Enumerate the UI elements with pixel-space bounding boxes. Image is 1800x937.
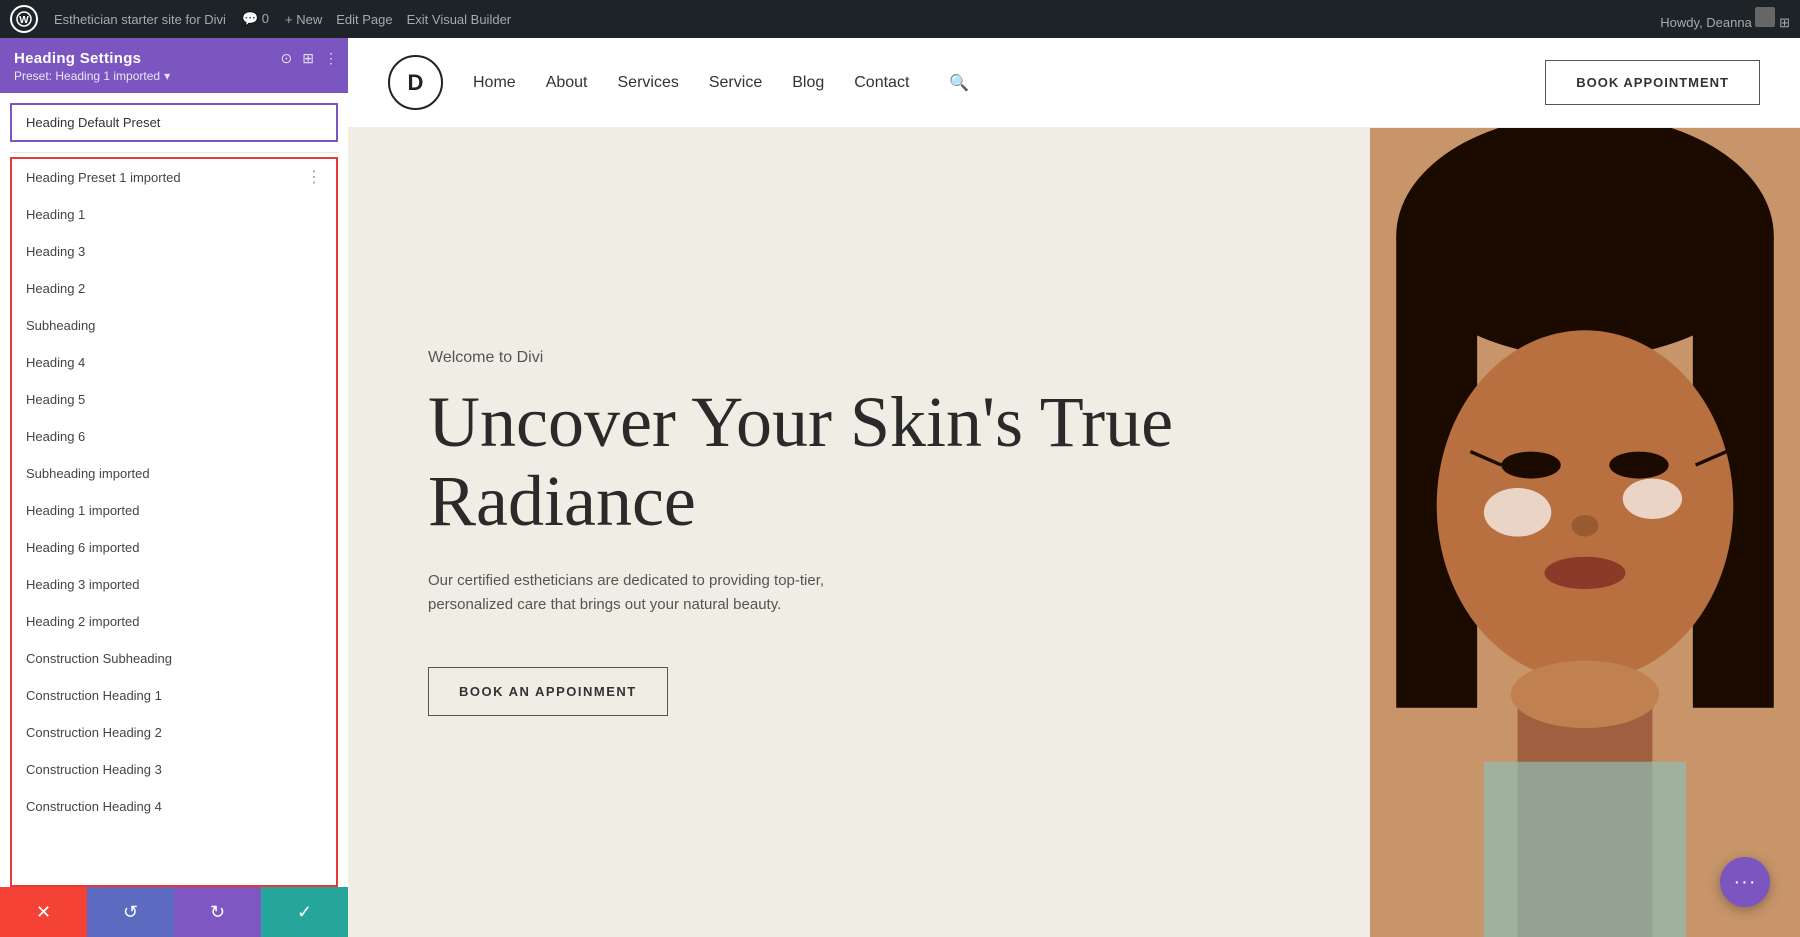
list-item[interactable]: Subheading ⋮ xyxy=(12,307,336,344)
sidebar-header: Heading Settings Preset: Heading 1 impor… xyxy=(0,38,348,93)
item-dots-icon[interactable]: ⋮ xyxy=(306,167,322,187)
list-item[interactable]: Heading Preset 1 imported ⋮ xyxy=(12,159,336,196)
edit-page-button[interactable]: Edit Page xyxy=(336,12,392,27)
redo-icon: ↻ xyxy=(210,902,225,923)
nav-home[interactable]: Home xyxy=(473,74,516,92)
svg-text:W: W xyxy=(19,15,29,26)
list-item[interactable]: Heading 4 ⋮ xyxy=(12,344,336,381)
hero-description: Our certified estheticians are dedicated… xyxy=(428,569,848,617)
user-avatar[interactable] xyxy=(1755,7,1775,27)
comment-count[interactable]: 💬 0 xyxy=(242,11,269,27)
nav-contact[interactable]: Contact xyxy=(854,74,909,92)
site-navigation: D Home About Services Service Blog Conta… xyxy=(348,38,1800,128)
preset-divider xyxy=(10,152,338,153)
nav-blog[interactable]: Blog xyxy=(792,74,824,92)
list-item[interactable]: Heading 3 ⋮ xyxy=(12,233,336,270)
list-item[interactable]: Construction Subheading ⋮ xyxy=(12,640,336,677)
save-icon: ✓ xyxy=(297,902,312,923)
bottom-toolbar: ✕ ↺ ↻ ✓ xyxy=(0,887,348,937)
preset-chevron-icon: ▾ xyxy=(164,69,170,83)
header-icon-group: ⊙ ⊞ ⋮ xyxy=(281,50,338,67)
search-icon[interactable]: 🔍 xyxy=(949,73,969,93)
screen-options-icon[interactable]: ⊞ xyxy=(1779,15,1790,30)
save-button[interactable]: ✓ xyxy=(261,887,348,937)
welcome-text: Welcome to Divi xyxy=(428,349,1290,367)
fullscreen-icon[interactable]: ⊙ xyxy=(281,50,293,67)
nav-links: Home About Services Service Blog Contact… xyxy=(473,73,969,93)
howdy-label: Howdy, Deanna ⊞ xyxy=(1660,7,1790,31)
default-preset-item[interactable]: Heading Default Preset xyxy=(10,103,338,142)
list-item[interactable]: Construction Heading 2 ⋮ xyxy=(12,714,336,751)
hero-content: Welcome to Divi Uncover Your Skin's True… xyxy=(348,128,1370,937)
book-appointment-button[interactable]: BOOK APPOINTMENT xyxy=(1545,60,1760,105)
presets-dropdown[interactable]: Heading Preset 1 imported ⋮ Heading 1 ⋮ … xyxy=(10,157,338,887)
list-item[interactable]: Heading 6 imported ⋮ xyxy=(12,529,336,566)
more-options-icon[interactable]: ⋮ xyxy=(324,50,338,67)
close-icon: ✕ xyxy=(36,902,51,923)
site-preview: D Home About Services Service Blog Conta… xyxy=(348,38,1800,937)
list-item[interactable]: Heading 1 ⋮ xyxy=(12,196,336,233)
list-item[interactable]: Construction Heading 3 ⋮ xyxy=(12,751,336,788)
fab-icon: ··· xyxy=(1734,871,1757,894)
undo-icon: ↺ xyxy=(123,902,138,923)
hero-image xyxy=(1370,128,1800,937)
wp-logo-icon[interactable]: W xyxy=(10,5,38,33)
list-item[interactable]: Heading 6 ⋮ xyxy=(12,418,336,455)
list-item[interactable]: Subheading imported ⋮ xyxy=(12,455,336,492)
main-layout: Heading Settings Preset: Heading 1 impor… xyxy=(0,38,1800,937)
exit-builder-button[interactable]: Exit Visual Builder xyxy=(407,12,512,27)
list-item[interactable]: Heading 5 ⋮ xyxy=(12,381,336,418)
site-logo: D xyxy=(388,55,443,110)
list-item[interactable]: Heading 2 imported ⋮ xyxy=(12,603,336,640)
hero-section: Welcome to Divi Uncover Your Skin's True… xyxy=(348,128,1800,937)
site-name[interactable]: Esthetician starter site for Divi xyxy=(54,12,226,27)
list-item[interactable]: Heading 2 ⋮ xyxy=(12,270,336,307)
undo-button[interactable]: ↺ xyxy=(87,887,174,937)
hero-title: Uncover Your Skin's True Radiance xyxy=(428,383,1290,541)
preset-subtitle[interactable]: Preset: Heading 1 imported ▾ xyxy=(14,69,334,83)
fab-button[interactable]: ··· xyxy=(1720,857,1770,907)
list-item[interactable]: Construction Heading 1 ⋮ xyxy=(12,677,336,714)
list-item[interactable]: Heading 1 imported ⋮ xyxy=(12,492,336,529)
admin-bar-actions: + New Edit Page Exit Visual Builder xyxy=(285,12,511,27)
nav-about[interactable]: About xyxy=(546,74,588,92)
list-item[interactable]: Construction Heading 4 ⋮ xyxy=(12,788,336,825)
new-post-button[interactable]: + New xyxy=(285,12,322,27)
redo-button[interactable]: ↻ xyxy=(174,887,261,937)
sidebar-panel: Heading Settings Preset: Heading 1 impor… xyxy=(0,38,348,937)
admin-bar: W Esthetician starter site for Divi 💬 0 … xyxy=(0,0,1800,38)
nav-services[interactable]: Services xyxy=(618,74,679,92)
list-item[interactable]: Heading 3 imported ⋮ xyxy=(12,566,336,603)
nav-service[interactable]: Service xyxy=(709,74,762,92)
close-button[interactable]: ✕ xyxy=(0,887,87,937)
grid-icon[interactable]: ⊞ xyxy=(302,50,314,67)
hero-cta-button[interactable]: BOOK AN APPOINMENT xyxy=(428,667,668,716)
